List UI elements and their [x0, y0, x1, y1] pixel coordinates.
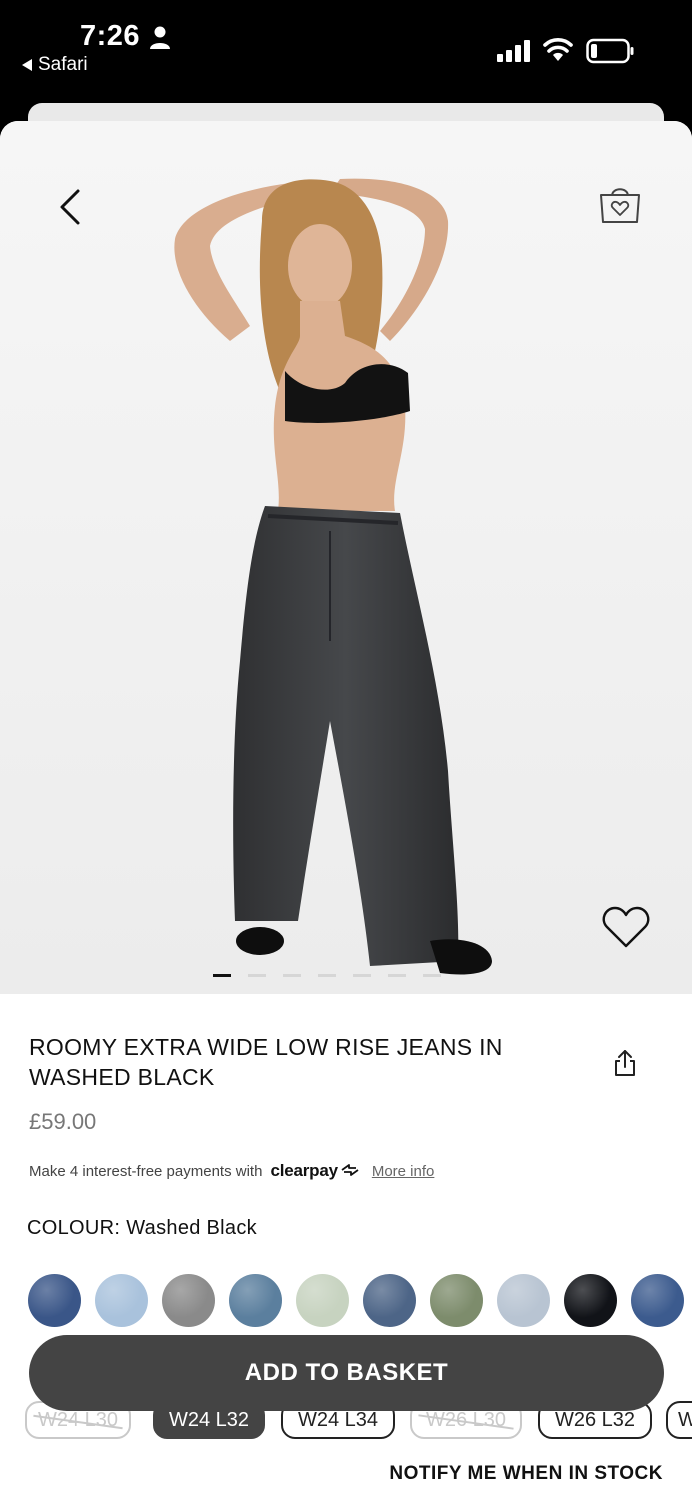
person-icon — [150, 26, 170, 49]
product-image-gallery[interactable] — [0, 121, 692, 994]
size-label: W24 L34 — [297, 1408, 379, 1431]
colour-swatch[interactable] — [229, 1274, 282, 1327]
colour-swatches — [28, 1274, 692, 1328]
back-chevron-icon[interactable] — [52, 187, 88, 227]
battery-icon — [586, 38, 634, 64]
clearpay-banner: Make 4 interest-free payments with clear… — [29, 1161, 434, 1181]
wishlist-heart-icon[interactable] — [600, 904, 652, 950]
shopping-bag-heart-icon[interactable] — [597, 184, 643, 226]
back-app-label: Safari — [38, 54, 88, 75]
more-info-link[interactable]: More info — [372, 1163, 435, 1180]
clearpay-logo: clearpay — [270, 1161, 338, 1180]
colour-swatch[interactable] — [95, 1274, 148, 1327]
status-bar: 7:26 Safari — [0, 0, 692, 104]
product-price: £59.00 — [29, 1109, 97, 1134]
pagination-dot[interactable] — [248, 974, 266, 977]
colour-swatch[interactable] — [430, 1274, 483, 1327]
size-label: W24 L32 — [168, 1408, 250, 1431]
size-label: W26 L32 — [554, 1408, 636, 1431]
colour-swatch[interactable] — [363, 1274, 416, 1327]
cellular-signal-icon — [497, 40, 530, 62]
back-to-safari[interactable]: Safari — [22, 54, 88, 76]
colour-swatch[interactable] — [28, 1274, 81, 1327]
product-title: ROOMY EXTRA WIDE LOW RISE JEANS IN WASHE… — [29, 1034, 503, 1090]
colour-swatch[interactable] — [631, 1274, 684, 1327]
colour-swatch[interactable] — [564, 1274, 617, 1327]
product-page: ROOMY EXTRA WIDE LOW RISE JEANS IN WASHE… — [0, 121, 692, 1500]
share-icon[interactable] — [611, 1048, 639, 1078]
colour-swatch[interactable] — [296, 1274, 349, 1327]
pagination-dot[interactable] — [353, 974, 371, 977]
clearpay-text: Make 4 interest-free payments with — [29, 1163, 263, 1180]
product-photo — [0, 121, 692, 994]
colour-swatch[interactable] — [162, 1274, 215, 1327]
notify-me-link[interactable]: NOTIFY ME WHEN IN STOCK — [389, 1463, 663, 1485]
gallery-pagination — [213, 974, 441, 977]
add-to-basket-button[interactable]: ADD TO BASKET — [29, 1335, 664, 1411]
colour-label: COLOUR: — [27, 1217, 121, 1239]
colour-swatch[interactable] — [497, 1274, 550, 1327]
wifi-icon — [543, 38, 573, 61]
pagination-dot[interactable] — [318, 974, 336, 977]
colour-value: Washed Black — [126, 1217, 257, 1239]
pagination-dot[interactable] — [388, 974, 406, 977]
clearpay-arrows-icon — [341, 1164, 359, 1176]
pagination-dot[interactable] — [423, 974, 441, 977]
size-label: W — [678, 1408, 692, 1431]
pagination-dot[interactable] — [213, 974, 231, 977]
pagination-dot[interactable] — [283, 974, 301, 977]
colour-selection: COLOUR: Washed Black — [27, 1217, 257, 1240]
size-option[interactable]: W — [666, 1401, 692, 1439]
back-triangle-icon — [22, 59, 32, 71]
status-time: 7:26 — [80, 20, 141, 52]
